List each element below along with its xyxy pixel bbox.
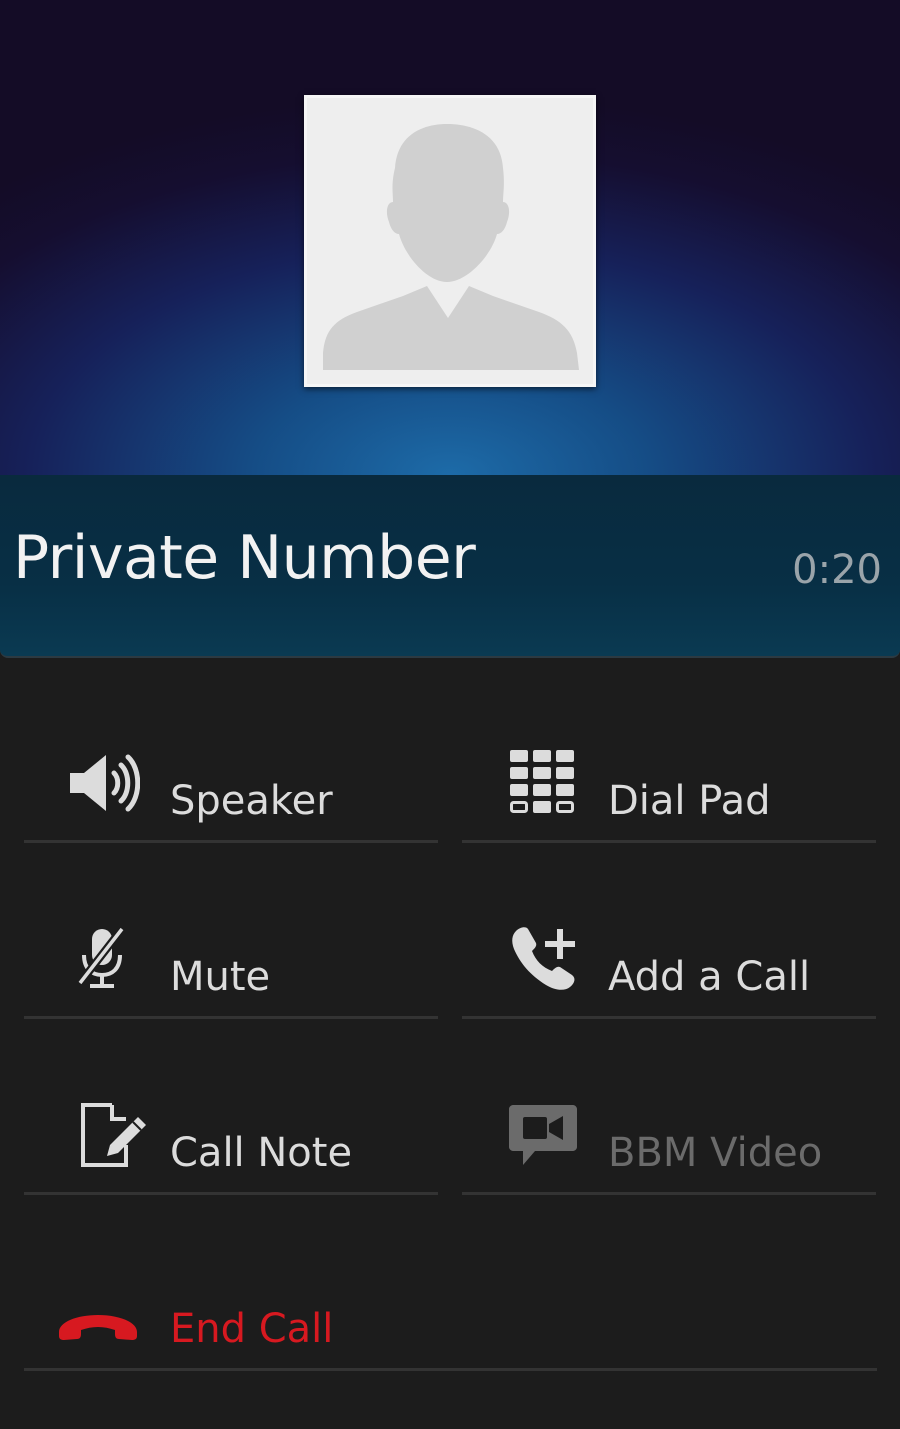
call-note-icon bbox=[80, 1103, 150, 1171]
speaker-icon bbox=[68, 751, 141, 819]
bbm-video-label: BBM Video bbox=[608, 1130, 823, 1176]
call-note-button[interactable]: Call Note bbox=[24, 1075, 438, 1195]
bbm-video-button[interactable]: BBM Video bbox=[462, 1075, 876, 1195]
speaker-button[interactable]: Speaker bbox=[24, 723, 438, 843]
bbm-video-icon bbox=[509, 1105, 577, 1171]
call-duration: 0:20 bbox=[792, 547, 882, 593]
add-call-label: Add a Call bbox=[608, 954, 811, 1000]
mute-button[interactable]: Mute bbox=[24, 899, 438, 1019]
end-call-button[interactable]: End Call bbox=[24, 1251, 877, 1371]
dial-pad-icon bbox=[509, 749, 577, 821]
call-note-label: Call Note bbox=[170, 1130, 353, 1176]
dial-pad-label: Dial Pad bbox=[608, 778, 771, 824]
dial-pad-button[interactable]: Dial Pad bbox=[462, 723, 876, 843]
add-call-button[interactable]: Add a Call bbox=[462, 899, 876, 1019]
caller-name: Private Number bbox=[13, 523, 476, 593]
person-silhouette-icon bbox=[323, 124, 579, 370]
speaker-label: Speaker bbox=[170, 778, 333, 824]
end-call-icon bbox=[57, 1312, 139, 1346]
contact-avatar bbox=[304, 95, 596, 387]
mute-icon bbox=[76, 925, 128, 995]
end-call-label: End Call bbox=[170, 1306, 334, 1352]
call-screen: Private Number 0:20 Speaker Dial Pad Mut… bbox=[0, 0, 900, 1429]
mute-label: Mute bbox=[170, 954, 271, 1000]
add-call-icon bbox=[510, 923, 580, 997]
